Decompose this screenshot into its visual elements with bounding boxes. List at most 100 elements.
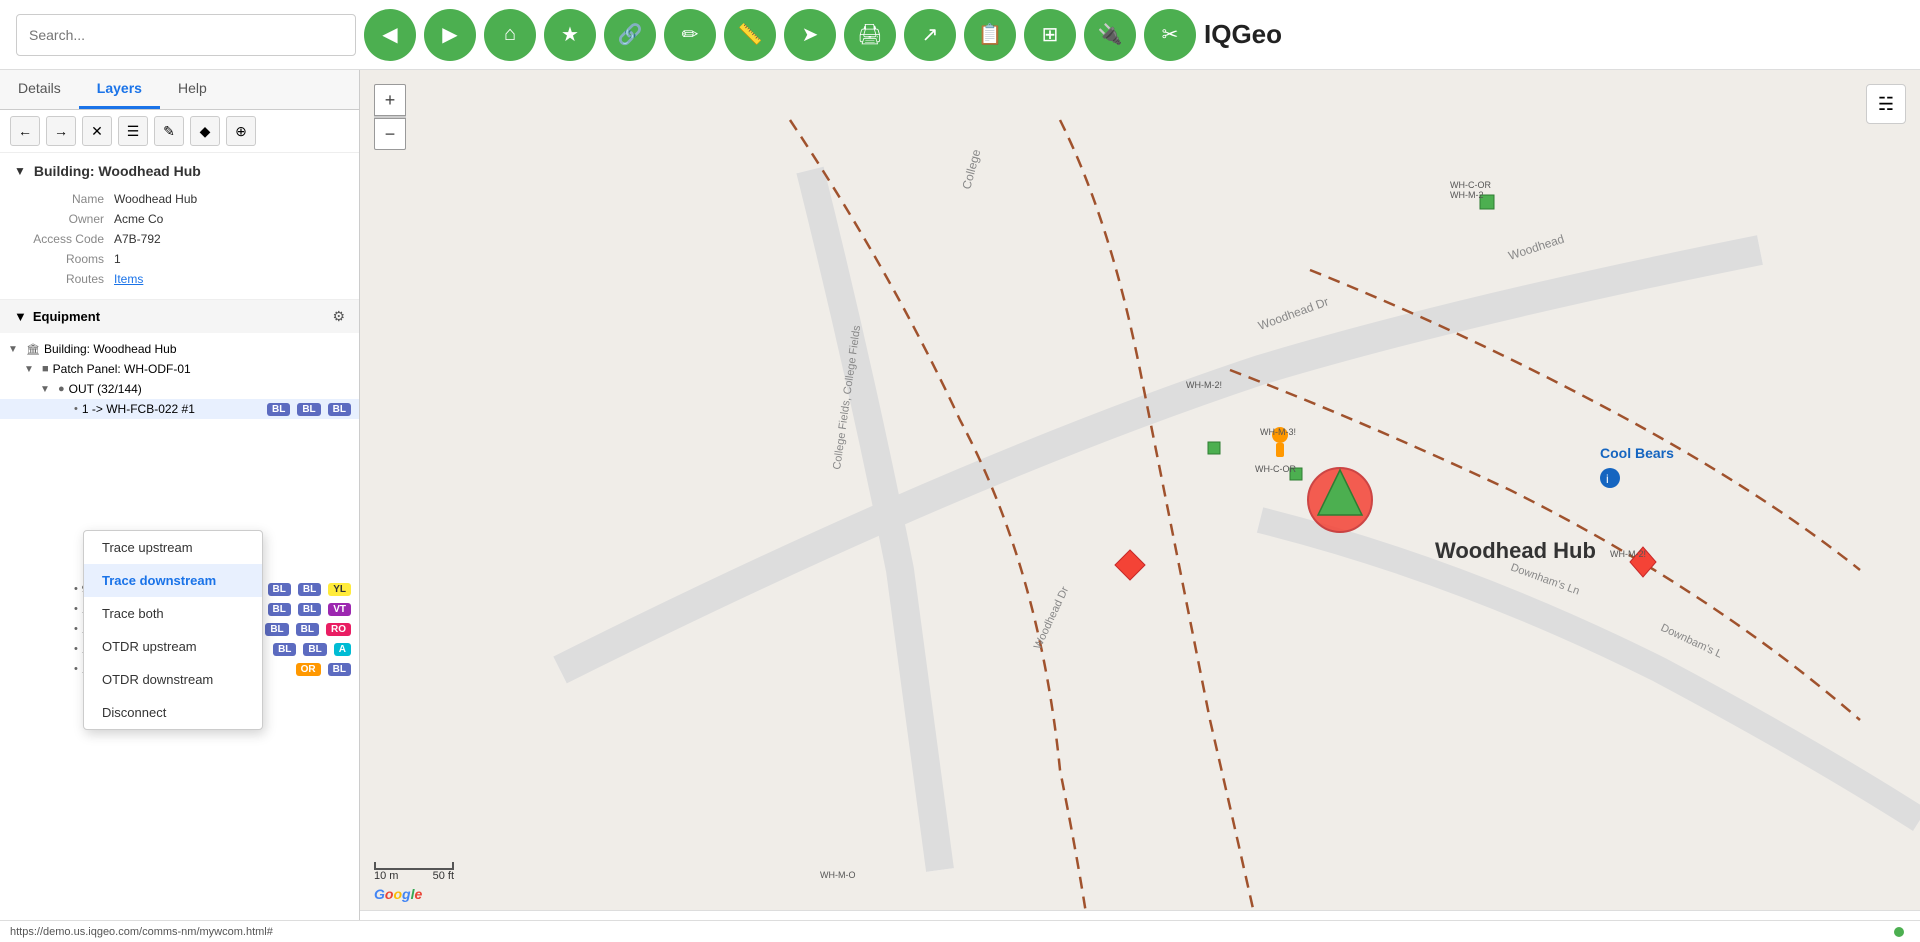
value-routes[interactable]: Items <box>114 272 143 286</box>
map-scale: 10 m 50 ft <box>374 862 454 882</box>
label-routes: Routes <box>14 272 114 286</box>
measure-button[interactable]: 📏 <box>724 9 776 61</box>
group-button[interactable]: ⊞ <box>1024 9 1076 61</box>
detail-name: Name Woodhead Hub <box>14 189 345 209</box>
navigate-button[interactable]: ➤ <box>784 9 836 61</box>
building-header[interactable]: ▼ Building: Woodhead Hub <box>14 163 345 179</box>
google-logo: Google <box>374 886 422 902</box>
tab-layers[interactable]: Layers <box>79 70 160 109</box>
tree-conn1-label: 1 -> WH-FCB-022 #1 <box>82 402 260 416</box>
label-rooms: Rooms <box>14 252 114 266</box>
connect-button[interactable]: 🔌 <box>1084 9 1136 61</box>
ctx-otdr-downstream[interactable]: OTDR downstream <box>84 663 262 696</box>
equipment-header[interactable]: ▼ Equipment ⚙ <box>0 300 359 333</box>
layers-button[interactable]: ☵ <box>1866 84 1906 124</box>
status-indicator <box>1894 927 1904 937</box>
badge13-or: OR <box>296 663 321 676</box>
patch-expand-icon: ▼ <box>24 364 38 375</box>
svg-text:WH-M-O: WH-M-O <box>820 870 856 880</box>
equipment-expand-icon: ▼ <box>14 309 27 324</box>
tree-patch-label: Patch Panel: WH-ODF-01 <box>53 362 351 376</box>
zoom-out-button[interactable]: − <box>374 118 406 150</box>
svg-text:WH-C-OR: WH-C-OR <box>1255 464 1296 474</box>
ctx-trace-downstream[interactable]: Trace downstream <box>84 564 262 597</box>
tree-root-label: Building: Woodhead Hub <box>44 342 351 356</box>
tree-patch-panel[interactable]: ▼ ■ Patch Panel: WH-ODF-01 <box>0 359 359 379</box>
out-icon: ● <box>58 383 65 395</box>
search-input[interactable] <box>16 14 356 56</box>
scale-meters: 10 m <box>374 870 398 882</box>
route-button[interactable]: ◆ <box>190 116 220 146</box>
close-button[interactable]: ✕ <box>82 116 112 146</box>
map-svg: College College Fields, College Fields W… <box>360 70 1920 942</box>
share-button[interactable]: ↗ <box>904 9 956 61</box>
svg-text:WH-M-2!: WH-M-2! <box>1610 549 1646 559</box>
patch-panel-icon: ■ <box>42 363 49 375</box>
equipment-title: Equipment <box>33 309 327 324</box>
label-access-code: Access Code <box>14 232 114 246</box>
panel-tabs: Details Layers Help <box>0 70 359 110</box>
app-logo: IQGeo <box>1204 19 1282 50</box>
report-button[interactable]: 📋 <box>964 9 1016 61</box>
value-access-code: A7B-792 <box>114 232 161 246</box>
tree-root[interactable]: ▼ 🏛 Building: Woodhead Hub <box>0 339 359 359</box>
badge-bl-1: BL <box>267 403 290 416</box>
forward-button[interactable]: ▶ <box>424 9 476 61</box>
ctx-otdr-upstream[interactable]: OTDR upstream <box>84 630 262 663</box>
tab-help[interactable]: Help <box>160 70 225 109</box>
badge10-vt: VT <box>328 603 351 616</box>
badge-bl-2: BL <box>297 403 320 416</box>
ctx-trace-upstream[interactable]: Trace upstream <box>84 531 262 564</box>
nav-back-button[interactable]: ← <box>10 116 40 146</box>
badge9-bl-2: BL <box>298 583 321 596</box>
out-expand-icon: ▼ <box>40 384 54 395</box>
badge10-bl-1: BL <box>268 603 291 616</box>
badge9-bl-1: BL <box>268 583 291 596</box>
main-layout: Details Layers Help ← → ✕ ☰ ✎ ◆ ⊕ ▼ Buil… <box>0 70 1920 942</box>
tools-button[interactable]: ✂ <box>1144 9 1196 61</box>
tab-details[interactable]: Details <box>0 70 79 109</box>
tree-out-label: OUT (32/144) <box>69 382 351 396</box>
building-section: ▼ Building: Woodhead Hub Name Woodhead H… <box>0 153 359 299</box>
svg-text:WH-C-OR: WH-C-OR <box>1450 180 1491 190</box>
link-button[interactable]: 🔗 <box>604 9 656 61</box>
gear-icon[interactable]: ⚙ <box>332 308 345 325</box>
svg-text:WH-M-2: WH-M-2 <box>1450 190 1484 200</box>
edit-view-button[interactable]: ✎ <box>154 116 184 146</box>
list-view-button[interactable]: ☰ <box>118 116 148 146</box>
back-button[interactable]: ◀ <box>364 9 416 61</box>
badge13-bl: BL <box>328 663 351 676</box>
building-title: Building: Woodhead Hub <box>34 163 201 179</box>
zoom-in-button[interactable]: + <box>374 84 406 116</box>
ctx-trace-both[interactable]: Trace both <box>84 597 262 630</box>
print-button[interactable]: 🖨 <box>844 9 896 61</box>
map-zoom-controls: + − <box>374 84 406 150</box>
cool-bears-label: Cool Bears <box>1600 445 1674 461</box>
label-name: Name <box>14 192 114 206</box>
status-url: https://demo.us.iqgeo.com/comms-nm/mywco… <box>10 926 273 938</box>
home-button[interactable]: ⌂ <box>484 9 536 61</box>
detail-access-code: Access Code A7B-792 <box>14 229 345 249</box>
nav-forward-button[interactable]: → <box>46 116 76 146</box>
tree-out[interactable]: ▼ ● OUT (32/144) <box>0 379 359 399</box>
top-toolbar: ◀ ▶ ⌂ ★ 🔗 ✏ 📏 ➤ 🖨 ↗ 📋 ⊞ 🔌 ✂ IQGeo <box>0 0 1920 70</box>
badge-bl-3: BL <box>328 403 351 416</box>
badge12-bl-2: BL <box>303 643 326 656</box>
left-panel: Details Layers Help ← → ✕ ☰ ✎ ◆ ⊕ ▼ Buil… <box>0 70 360 942</box>
ctx-disconnect[interactable]: Disconnect <box>84 696 262 729</box>
woodhead-hub-map-label: Woodhead Hub <box>1435 538 1596 563</box>
badge11-bl-2: BL <box>296 623 319 636</box>
label-owner: Owner <box>14 212 114 226</box>
conn1-icon: • <box>74 403 78 415</box>
svg-text:WH-M-2!: WH-M-2! <box>1186 380 1222 390</box>
tree-connection-1[interactable]: • 1 -> WH-FCB-022 #1 BL BL BL <box>0 399 359 419</box>
value-rooms: 1 <box>114 252 121 266</box>
detail-owner: Owner Acme Co <box>14 209 345 229</box>
detail-routes: Routes Items <box>14 269 345 289</box>
badge11-bl-1: BL <box>265 623 288 636</box>
zoom-to-button[interactable]: ⊕ <box>226 116 256 146</box>
edit-button[interactable]: ✏ <box>664 9 716 61</box>
detail-rooms: Rooms 1 <box>14 249 345 269</box>
bookmarks-button[interactable]: ★ <box>544 9 596 61</box>
badge12-bl-1: BL <box>273 643 296 656</box>
